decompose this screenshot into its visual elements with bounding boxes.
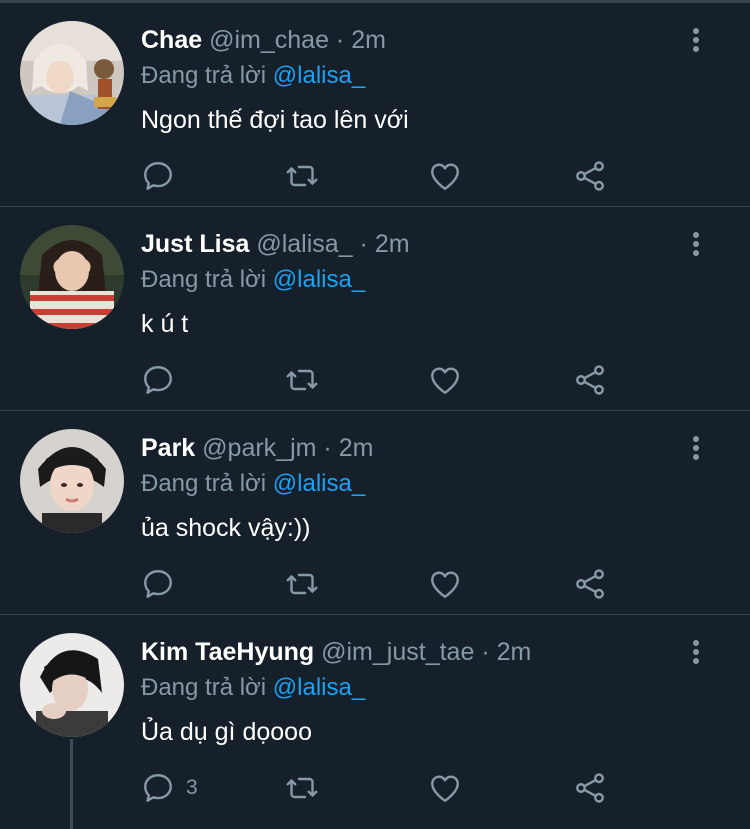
retweet-icon: [286, 777, 318, 799]
more-icon[interactable]: [684, 637, 708, 667]
avatar[interactable]: [20, 225, 124, 329]
reply-button[interactable]: 3: [140, 770, 198, 806]
retweet-icon: [286, 369, 318, 391]
more-icon[interactable]: [684, 229, 708, 259]
user-handle[interactable]: @lalisa_: [256, 230, 352, 258]
avatar[interactable]: [20, 21, 124, 125]
avatar[interactable]: [20, 429, 124, 533]
retweet-button[interactable]: [284, 362, 320, 398]
retweet-icon: [286, 165, 318, 187]
like-icon: [431, 367, 459, 394]
separator-dot: ·: [359, 230, 368, 258]
mention-link[interactable]: @lalisa_: [273, 674, 365, 701]
reply-icon: [144, 774, 172, 802]
tweet[interactable]: Just Lisa @lalisa_ · 2m Đang trả lời @la…: [0, 207, 750, 411]
reply-button[interactable]: [140, 566, 186, 602]
reply-button[interactable]: [140, 158, 186, 194]
mention-link[interactable]: @lalisa_: [273, 470, 365, 497]
thread-line: [70, 739, 73, 829]
avatar[interactable]: [20, 633, 124, 737]
separator-dot: ·: [323, 434, 332, 462]
replying-to-label: Đang trả lời: [141, 266, 267, 293]
like-icon: [431, 163, 459, 190]
retweet-icon: [286, 573, 318, 595]
like-button[interactable]: [427, 362, 463, 398]
share-button[interactable]: [572, 770, 608, 806]
share-icon: [576, 773, 604, 803]
tweet[interactable]: Chae @im_chae · 2m Đang trả lời @lalisa_…: [0, 3, 750, 207]
share-button[interactable]: [572, 362, 608, 398]
replying-to: Đang trả lời @lalisa_: [141, 61, 365, 91]
reply-icon: [144, 366, 172, 394]
retweet-button[interactable]: [284, 770, 320, 806]
replying-to-label: Đang trả lời: [141, 470, 267, 497]
reply-count: 3: [186, 776, 198, 799]
share-icon: [576, 365, 604, 395]
tweet-text: ủa shock vậy:)): [141, 514, 311, 542]
like-button[interactable]: [427, 770, 463, 806]
mention-link[interactable]: @lalisa_: [273, 266, 365, 293]
like-button[interactable]: [427, 158, 463, 194]
user-handle[interactable]: @im_just_tae: [321, 638, 474, 666]
reply-button[interactable]: [140, 362, 186, 398]
more-icon[interactable]: [684, 25, 708, 55]
user-handle[interactable]: @park_jm: [202, 434, 316, 462]
tweet-text: k ú t: [141, 310, 189, 338]
tweet-header: Park @park_jm · 2m: [141, 433, 373, 463]
reply-icon: [144, 570, 172, 598]
share-icon: [576, 569, 604, 599]
display-name[interactable]: Chae: [141, 26, 202, 54]
like-icon: [431, 571, 459, 598]
reply-icon: [144, 162, 172, 190]
tweet-header: Chae @im_chae · 2m: [141, 25, 386, 55]
timestamp[interactable]: 2m: [351, 26, 386, 54]
replying-to-label: Đang trả lời: [141, 62, 267, 89]
tweet-text: Ủa dụ gì dọooo: [141, 718, 312, 746]
tweet-text: Ngon thế đợi tao lên với: [141, 106, 409, 134]
replying-to: Đang trả lời @lalisa_: [141, 265, 365, 295]
tweet-header: Kim TaeHyung @im_just_tae · 2m: [141, 637, 531, 667]
retweet-button[interactable]: [284, 158, 320, 194]
timestamp[interactable]: 2m: [375, 230, 410, 258]
tweet[interactable]: Park @park_jm · 2m Đang trả lời @lalisa_…: [0, 411, 750, 615]
replying-to: Đang trả lời @lalisa_: [141, 673, 365, 703]
display-name[interactable]: Just Lisa: [141, 230, 249, 258]
like-button[interactable]: [427, 566, 463, 602]
display-name[interactable]: Park: [141, 434, 195, 462]
display-name[interactable]: Kim TaeHyung: [141, 638, 314, 666]
timestamp[interactable]: 2m: [339, 434, 374, 462]
retweet-button[interactable]: [284, 566, 320, 602]
separator-dot: ·: [335, 26, 345, 54]
separator-dot: ·: [481, 638, 490, 666]
replying-to-label: Đang trả lời: [141, 674, 267, 701]
user-handle[interactable]: @im_chae: [209, 26, 329, 54]
tweet-header: Just Lisa @lalisa_ · 2m: [141, 229, 410, 259]
more-icon[interactable]: [684, 433, 708, 463]
share-button[interactable]: [572, 566, 608, 602]
timestamp[interactable]: 2m: [497, 638, 532, 666]
tweet[interactable]: Kim TaeHyung @im_just_tae · 2m Đang trả …: [0, 615, 750, 829]
like-icon: [431, 775, 459, 802]
mention-link[interactable]: @lalisa_: [273, 62, 365, 89]
share-icon: [576, 161, 604, 191]
share-button[interactable]: [572, 158, 608, 194]
replying-to: Đang trả lời @lalisa_: [141, 469, 365, 499]
